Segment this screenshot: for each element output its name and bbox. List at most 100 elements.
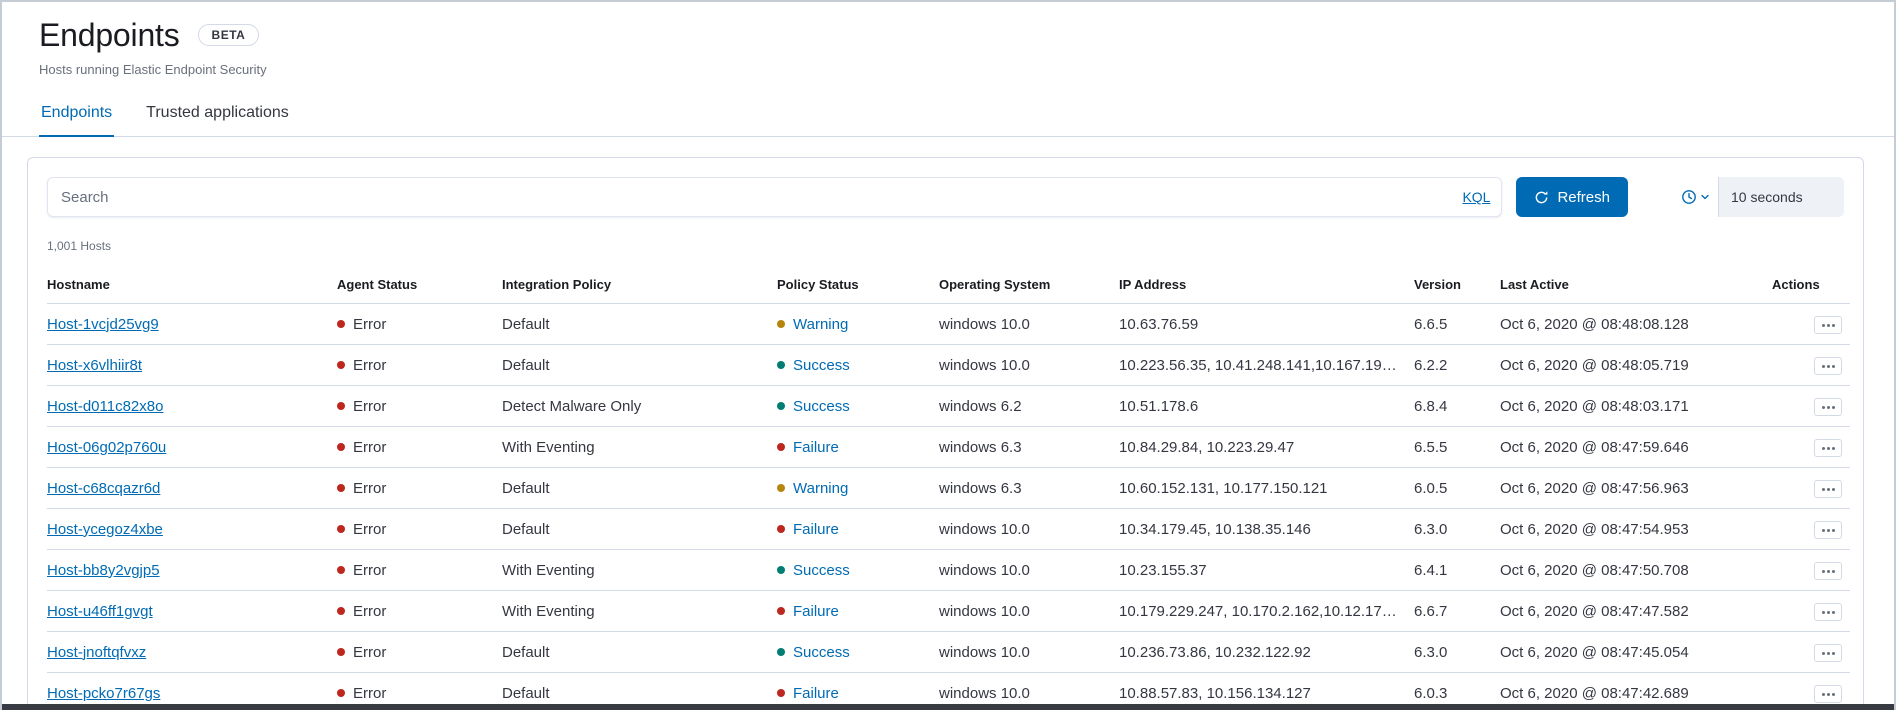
endpoints-panel: KQL Refresh xyxy=(27,157,1864,710)
row-actions-button[interactable] xyxy=(1814,316,1842,334)
hosts-count: 1,001 Hosts xyxy=(47,239,1844,253)
refresh-interval-value[interactable]: 10 seconds xyxy=(1719,177,1844,217)
policy-status-link[interactable]: Failure xyxy=(793,439,839,456)
hostname-link[interactable]: Host-jnoftqfvxz xyxy=(47,644,146,661)
column-header-operating-system: Operating System xyxy=(939,267,1119,304)
policy-status-link[interactable]: Warning xyxy=(793,316,848,333)
hostname-link[interactable]: Host-d011c82x8o xyxy=(47,398,163,415)
policy-status-dot xyxy=(777,525,785,533)
operating-system: windows 6.3 xyxy=(939,468,1119,509)
policy-status-link[interactable]: Failure xyxy=(793,521,839,538)
policy-status-link[interactable]: Success xyxy=(793,398,850,415)
hostname-link[interactable]: Host-bb8y2vgjp5 xyxy=(47,562,160,579)
auto-refresh-control: 10 seconds xyxy=(1672,177,1844,217)
ellipsis-icon xyxy=(1822,447,1825,450)
operating-system: windows 10.0 xyxy=(939,345,1119,386)
row-actions-button[interactable] xyxy=(1814,439,1842,457)
table-row: Host-ycegoz4xbeErrorDefaultFailurewindow… xyxy=(47,509,1850,550)
policy-status-link[interactable]: Success xyxy=(793,357,850,374)
policy-status-link[interactable]: Failure xyxy=(793,685,839,702)
hostname-link[interactable]: Host-ycegoz4xbe xyxy=(47,521,163,538)
agent-status-label: Error xyxy=(353,316,386,333)
hostname-link[interactable]: Host-u46ff1gvgt xyxy=(47,603,153,620)
table-row: Host-jnoftqfvxzErrorDefaultSuccesswindow… xyxy=(47,632,1850,673)
policy-status-link[interactable]: Success xyxy=(793,562,850,579)
agent-status-dot xyxy=(337,607,345,615)
policy-status-dot xyxy=(777,648,785,656)
agent-status-label: Error xyxy=(353,480,386,497)
clock-dropdown-button[interactable] xyxy=(1672,177,1719,217)
hostname-link[interactable]: Host-x6vlhiir8t xyxy=(47,357,142,374)
agent-status-label: Error xyxy=(353,644,386,661)
tab-bar: Endpoints Trusted applications xyxy=(2,93,1894,137)
policy-status-link[interactable]: Warning xyxy=(793,480,848,497)
integration-policy: Default xyxy=(502,468,777,509)
last-active: Oct 6, 2020 @ 08:47:59.646 xyxy=(1500,427,1772,468)
row-actions-button[interactable] xyxy=(1814,521,1842,539)
integration-policy: Detect Malware Only xyxy=(502,386,777,427)
agent-status-dot xyxy=(337,648,345,656)
clock-icon xyxy=(1681,189,1697,205)
agent-status-label: Error xyxy=(353,439,386,456)
last-active: Oct 6, 2020 @ 08:47:50.708 xyxy=(1500,550,1772,591)
row-actions-button[interactable] xyxy=(1814,398,1842,416)
hostname-link[interactable]: Host-pcko7r67gs xyxy=(47,685,160,702)
table-body: Host-1vcjd25vg9 Error Default Warning window… xyxy=(47,304,1850,710)
search-input[interactable] xyxy=(59,188,1452,207)
column-header-policy-status: Policy Status xyxy=(777,267,939,304)
ellipsis-icon xyxy=(1822,652,1825,655)
policy-status-link[interactable]: Failure xyxy=(793,603,839,620)
table-row: Host-c68cqazr6d Error Default Warning window… xyxy=(47,468,1850,509)
row-actions-button[interactable] xyxy=(1814,685,1842,703)
last-active: Oct 6, 2020 @ 08:48:03.171 xyxy=(1500,386,1772,427)
beta-badge: BETA xyxy=(198,24,260,46)
column-header-ip-address: IP Address xyxy=(1119,267,1414,304)
agent-status-dot xyxy=(337,443,345,451)
row-actions-button[interactable] xyxy=(1814,357,1842,375)
column-header-version: Version xyxy=(1414,267,1500,304)
table-row: Host-u46ff1gvgtErrorWith EventingFailure… xyxy=(47,591,1850,632)
page-title: Endpoints xyxy=(39,16,180,54)
version: 6.6.5 xyxy=(1414,304,1500,345)
ip-address: 10.60.152.131, 10.177.150.121 xyxy=(1119,468,1414,509)
policy-status-link[interactable]: Success xyxy=(793,644,850,661)
tab-endpoints[interactable]: Endpoints xyxy=(39,93,114,137)
kql-link[interactable]: KQL xyxy=(1462,189,1490,205)
version: 6.2.2 xyxy=(1414,345,1500,386)
ellipsis-icon xyxy=(1822,365,1825,368)
tab-trusted-applications[interactable]: Trusted applications xyxy=(144,93,291,137)
integration-policy: With Eventing xyxy=(502,427,777,468)
ellipsis-icon xyxy=(1822,570,1825,573)
operating-system: windows 6.3 xyxy=(939,427,1119,468)
ellipsis-icon xyxy=(1822,406,1825,409)
column-header-agent-status: Agent Status xyxy=(337,267,502,304)
ellipsis-icon xyxy=(1822,611,1825,614)
refresh-button[interactable]: Refresh xyxy=(1516,177,1628,217)
operating-system: windows 6.2 xyxy=(939,386,1119,427)
operating-system: windows 10.0 xyxy=(939,591,1119,632)
row-actions-button[interactable] xyxy=(1814,562,1842,580)
table-row: Host-06g02p760u Error With Eventing Failure… xyxy=(47,427,1850,468)
agent-status-dot xyxy=(337,689,345,697)
ellipsis-icon xyxy=(1822,324,1825,327)
row-actions-button[interactable] xyxy=(1814,480,1842,498)
ip-address: 10.179.229.247, 10.170.2.162,10.12.17… xyxy=(1119,591,1414,632)
table-row: Host-x6vlhiir8tErrorDefaultSuccesswindow… xyxy=(47,345,1850,386)
hostname-link[interactable]: Host-c68cqazr6d xyxy=(47,480,160,497)
policy-status-dot xyxy=(777,607,785,615)
integration-policy: Default xyxy=(502,304,777,345)
last-active: Oct 6, 2020 @ 08:47:47.582 xyxy=(1500,591,1772,632)
policy-status-dot xyxy=(777,443,785,451)
row-actions-button[interactable] xyxy=(1814,644,1842,662)
ip-address: 10.236.73.86, 10.232.122.92 xyxy=(1119,632,1414,673)
refresh-icon xyxy=(1534,190,1549,205)
agent-status-label: Error xyxy=(353,603,386,620)
ip-address: 10.51.178.6 xyxy=(1119,386,1414,427)
hostname-link[interactable]: Host-1vcjd25vg9 xyxy=(47,316,159,333)
row-actions-button[interactable] xyxy=(1814,603,1842,621)
policy-status-dot xyxy=(777,484,785,492)
agent-status-label: Error xyxy=(353,562,386,579)
hostname-link[interactable]: Host-06g02p760u xyxy=(47,439,166,456)
last-active: Oct 6, 2020 @ 08:47:56.963 xyxy=(1500,468,1772,509)
table-row: Host-1vcjd25vg9ErrorDefaultWarningwindow… xyxy=(47,304,1850,345)
